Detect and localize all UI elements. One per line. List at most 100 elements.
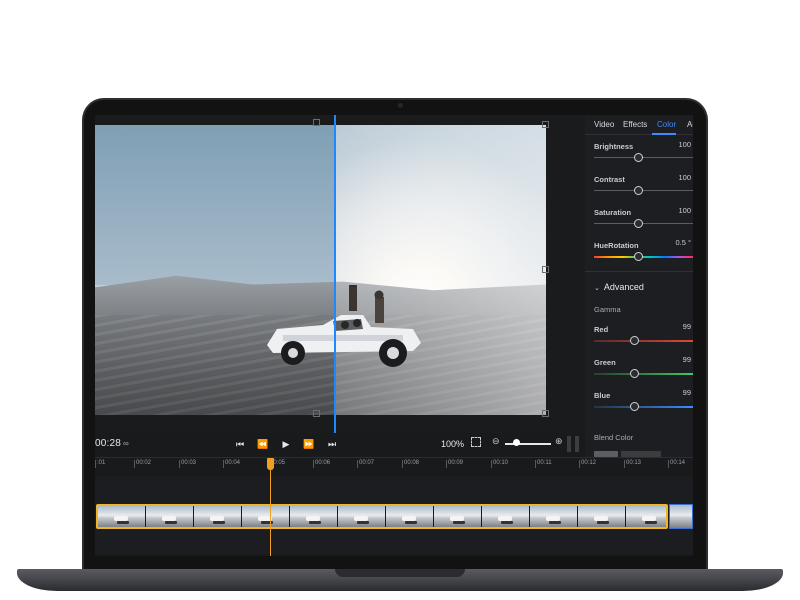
fit-screen-icon[interactable] [471,437,481,447]
zoom-percent[interactable]: 100% [441,439,464,449]
ruler-tick-label: 00:09 [445,460,464,468]
brightness-label: Brightness [594,142,634,151]
contrast-slider-knob[interactable] [634,186,643,195]
green-value[interactable]: 99 [683,355,691,364]
timecode-text: 00:28 [95,438,122,449]
clip-thumbnail [98,506,146,527]
properties-panel: Video Effects Color Au Brightness 100 Co… [585,115,693,457]
contrast-slider[interactable] [594,190,693,191]
red-value[interactable]: 99 [683,322,691,331]
ruler-tick-label: 00:02 [133,460,152,468]
red-slider-knob[interactable] [630,336,639,345]
clip-thumbnail [290,506,338,527]
ruler-tick-label: 00:11 [535,460,552,468]
audio-meter [567,436,579,452]
saturation-slider-knob[interactable] [634,219,643,228]
green-slider[interactable] [594,373,693,375]
red-slider[interactable] [594,340,693,342]
huerotation-slider-knob[interactable] [634,252,643,261]
tab-color[interactable]: Color [657,120,676,129]
resize-handle[interactable] [313,119,320,126]
clip-thumbnail [386,506,434,527]
clip-thumbnail [194,506,242,527]
clip-thumbnail [578,506,626,527]
active-tab-indicator [652,133,676,135]
saturation-value[interactable]: 100 [678,206,691,215]
ruler-tick-label: :01 [95,460,106,468]
clip-thumbnail [482,506,530,527]
resize-handle[interactable] [542,266,549,273]
zoom-slider[interactable] [505,443,551,445]
advanced-title: Advanced [603,282,644,292]
clip-thumbnail [242,506,290,527]
editor-screen: 00:28 ∞ ⏮ ⏪ ▶ ⏩ ⏭ 100% ⊖ ⊕ Video Effects … [95,115,693,556]
contrast-label: Contrast [594,175,625,184]
panel-tabs: Video Effects Color Au [585,115,693,135]
timecode-display: 00:28 ∞ [95,438,129,449]
sky [95,125,335,285]
tab-audio[interactable]: Au [687,120,693,129]
blue-label: Blue [594,391,611,400]
ruler-tick-label: 00:12 [578,460,597,468]
ruler-tick-label: 00:14 [667,460,686,468]
rewind-icon[interactable]: ⏪ [256,437,270,451]
tab-effects[interactable]: Effects [623,120,647,129]
loop-icon[interactable]: ∞ [123,439,129,448]
playhead-line[interactable] [270,458,271,556]
zoom-in-icon[interactable]: ⊕ [555,436,563,447]
video-preview[interactable] [95,125,546,415]
skip-forward-icon[interactable]: ⏭ [325,437,339,451]
ruler-tick-label: 00:08 [401,460,420,468]
clip-thumbnail [338,506,386,527]
camera-icon [398,103,403,108]
clip-thumbnail [626,506,666,527]
ruler-tick-label: 00:13 [623,460,642,468]
red-label: Red [594,325,609,334]
resize-handle[interactable] [542,410,549,417]
blue-slider-knob[interactable] [630,402,639,411]
contrast-value[interactable]: 100 [678,173,691,182]
brightness-value[interactable]: 100 [678,140,691,149]
skip-back-icon[interactable]: ⏮ [233,437,247,451]
clip-thumbnail [146,506,194,527]
tab-video[interactable]: Video [594,120,614,129]
timeline[interactable]: :01 00:02 00:03 00:04 00:05 00:06 00:07 … [95,457,693,556]
ruler-tick-label: 00:04 [222,460,241,468]
green-label: Green [594,358,616,367]
ruler-tick-label: 00:03 [178,460,197,468]
ruler-tick-label: 00:10 [490,460,509,468]
playhead-handle[interactable] [267,458,274,470]
compare-split-line[interactable] [334,115,336,433]
fast-forward-icon[interactable]: ⏩ [302,437,316,451]
green-slider-knob[interactable] [630,369,639,378]
brightness-slider[interactable] [594,157,693,158]
clip-thumbnail [530,506,578,527]
resize-handle[interactable] [542,121,549,128]
advanced-section-header[interactable]: ⌄ Advanced [594,282,644,292]
brightness-slider-knob[interactable] [634,153,643,162]
transport-bar: 00:28 ∞ ⏮ ⏪ ▶ ⏩ ⏭ 100% ⊖ ⊕ [95,433,585,457]
video-clip[interactable] [669,504,693,529]
play-icon[interactable]: ▶ [279,437,293,451]
gamma-label: Gamma [594,305,621,314]
resize-handle[interactable] [313,410,320,417]
saturation-label: Saturation [594,208,632,217]
jeep-figure [267,285,421,367]
blue-value[interactable]: 99 [683,388,691,397]
huerotation-slider[interactable] [594,256,693,258]
blue-slider[interactable] [594,406,693,408]
zoom-out-icon[interactable]: ⊖ [492,436,500,447]
timeline-ruler[interactable]: :01 00:02 00:03 00:04 00:05 00:06 00:07 … [95,458,693,472]
huerotation-value[interactable]: 0.5 ° [675,238,691,247]
laptop-notch [335,569,465,577]
saturation-slider[interactable] [594,223,693,224]
preview-area [95,115,585,433]
clip-thumbnail [434,506,482,527]
video-clip-selected[interactable] [96,504,668,529]
chevron-down-icon[interactable]: ⌄ [594,285,600,292]
ruler-tick-label: 00:06 [312,460,331,468]
blend-color-label: Blend Color [594,433,634,442]
huerotation-label: HueRotation [594,241,639,250]
section-divider [585,271,693,272]
zoom-slider-knob[interactable] [513,439,520,446]
